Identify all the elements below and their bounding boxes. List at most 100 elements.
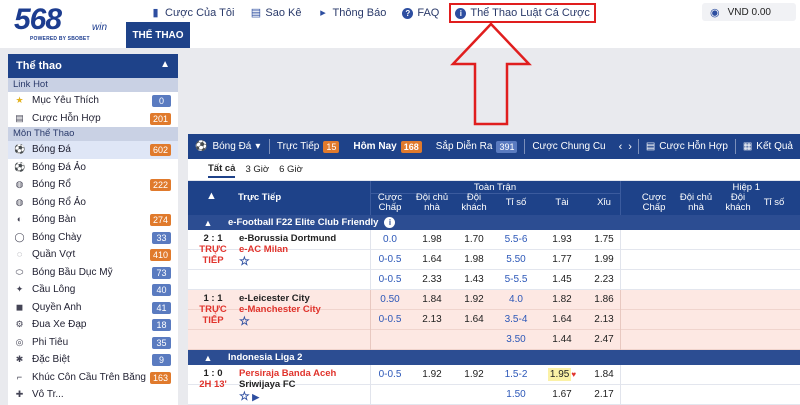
tab-sports[interactable]: THỂ THAO bbox=[126, 22, 190, 48]
sport-selector[interactable]: ⚽ Bóng Đá ▾ bbox=[188, 134, 269, 159]
odds-cell-hdp[interactable]: 0-0.5 bbox=[370, 310, 410, 330]
odds-cell-h[interactable]: 1.92 bbox=[412, 365, 452, 385]
odds-cell-u[interactable]: 2.17 bbox=[586, 385, 622, 405]
count-badge: 201 bbox=[149, 112, 171, 125]
sidebar-item[interactable]: ◐ Bóng Bàn 274 bbox=[8, 211, 178, 229]
odds-cell-o[interactable]: 1.77 bbox=[538, 250, 586, 270]
sidebar-item[interactable]: ✚ Vô Tr... bbox=[8, 386, 178, 404]
odds-cell-ou[interactable]: 5.50 bbox=[496, 250, 536, 270]
league-header[interactable]: ▲ Indonesia Liga 2 bbox=[188, 350, 800, 365]
tab-live[interactable]: Trực Tiếp 15 bbox=[270, 134, 346, 159]
sidebar-item[interactable]: ✦ Cầu Lông 40 bbox=[8, 281, 178, 299]
home-team[interactable]: e-Borussia Dortmund bbox=[239, 233, 336, 244]
odds-cell-hdp[interactable]: 0.0 bbox=[370, 230, 410, 250]
topnav-my-bets[interactable]: ▮ Cược Của Tôi bbox=[150, 7, 234, 19]
match-teams: Persiraja Banda Aceh Sriwijaya FC ☆ ▶ bbox=[239, 368, 336, 403]
sidebar-header[interactable]: Thể thao ▲ bbox=[8, 54, 178, 78]
odds-cell-ou[interactable]: 3.50 bbox=[496, 330, 536, 350]
chevron-left-icon[interactable]: ‹ bbox=[619, 141, 623, 153]
odds-cell-o[interactable]: 1.82 bbox=[538, 290, 586, 310]
sidebar-item[interactable]: ◍ Bóng Rổ 222 bbox=[8, 176, 178, 194]
sidebar-item[interactable]: ◌ Quần Vợt 410 bbox=[8, 246, 178, 264]
odds-cell-a[interactable]: 1.98 bbox=[454, 250, 494, 270]
sidebar-item[interactable]: ⌐ Khúc Côn Cầu Trên Băng 163 bbox=[8, 369, 178, 387]
odds-cell-h[interactable]: 2.13 bbox=[412, 310, 452, 330]
sidebar-item[interactable]: ★ Mục Yêu Thích 0 bbox=[8, 92, 178, 110]
odds-cell-h[interactable]: 1.64 bbox=[412, 250, 452, 270]
sidebar-item[interactable]: ◎ Phi Tiêu 35 bbox=[8, 334, 178, 352]
odds-cell-hdp[interactable]: 0-0.5 bbox=[370, 365, 410, 385]
topnav-faq[interactable]: ? FAQ bbox=[402, 7, 439, 19]
chevron-up-icon[interactable]: ▲ bbox=[188, 218, 228, 228]
filter-3h[interactable]: 3 Giờ bbox=[245, 162, 269, 177]
logo[interactable]: 568 win POWERED BY SBOBET bbox=[0, 0, 135, 48]
odds-cell-a[interactable]: 1.92 bbox=[454, 290, 494, 310]
away-team[interactable]: e-AC Milan bbox=[239, 244, 336, 255]
odds-cell-o[interactable]: 1.64 bbox=[538, 310, 586, 330]
balance-display[interactable]: ◉ VND 0.00 bbox=[702, 3, 796, 21]
home-team[interactable]: Persiraja Banda Aceh bbox=[239, 368, 336, 379]
sidebar-item[interactable]: ⚙ Đua Xe Đạp 18 bbox=[8, 316, 178, 334]
favorite-star-icon[interactable]: ☆ bbox=[239, 255, 336, 267]
odds-cell-ou[interactable]: 5.5-6 bbox=[496, 230, 536, 250]
chevron-up-icon[interactable]: ▲ bbox=[160, 59, 170, 70]
tab-today[interactable]: Hôm Nay 168 bbox=[346, 134, 428, 159]
odds-cell-a[interactable]: 1.43 bbox=[454, 270, 494, 290]
odds-cell-h[interactable]: 2.33 bbox=[412, 270, 452, 290]
odds-cell-ou[interactable]: 1.5-2 bbox=[496, 365, 536, 385]
odds-cell-o[interactable]: 1.45 bbox=[538, 270, 586, 290]
odds-cell-a[interactable]: 1.92 bbox=[454, 365, 494, 385]
odds-cell-o[interactable]: 1.44 bbox=[538, 330, 586, 350]
chevron-up-icon[interactable]: ▲ bbox=[188, 353, 228, 363]
odds-cell-h[interactable]: 1.98 bbox=[412, 230, 452, 250]
odds-cell-o[interactable]: 1.67 bbox=[538, 385, 586, 405]
home-team[interactable]: e-Leicester City bbox=[239, 293, 321, 304]
topnav-announcements[interactable]: ▸ Thông Báo bbox=[318, 7, 386, 19]
favorite-star-icon[interactable]: ☆ bbox=[239, 315, 321, 327]
odds-cell-ou[interactable]: 5-5.5 bbox=[496, 270, 536, 290]
filter-all[interactable]: Tất cả bbox=[208, 161, 236, 178]
tab-outright[interactable]: Cược Chung Cu bbox=[525, 134, 612, 159]
odds-cell-h[interactable]: 1.84 bbox=[412, 290, 452, 310]
eye-icon[interactable]: ◉ bbox=[710, 6, 720, 19]
odds-cell-u[interactable]: 1.84 bbox=[586, 365, 622, 385]
league-header[interactable]: ▲ e-Football F22 Elite Club Friendly i bbox=[188, 215, 800, 230]
stream-icon[interactable]: ▶ bbox=[250, 392, 259, 402]
odds-cell-ou[interactable]: 1.50 bbox=[496, 385, 536, 405]
sidebar-item[interactable]: ▤ Cược Hỗn Hợp 201 bbox=[8, 110, 178, 128]
tab-upcoming[interactable]: Sắp Diễn Ra 391 bbox=[429, 134, 525, 159]
sidebar-item[interactable]: ◼ Quyền Anh 41 bbox=[8, 299, 178, 317]
filter-6h[interactable]: 6 Giờ bbox=[279, 162, 303, 177]
sidebar-item[interactable]: ⚽ Bóng Đá 602 bbox=[8, 141, 178, 159]
sidebar-item[interactable]: ◍ Bóng Rổ Ảo bbox=[8, 194, 178, 212]
away-team[interactable]: e-Manchester City bbox=[239, 304, 321, 315]
away-team[interactable]: Sriwijaya FC bbox=[239, 379, 336, 390]
odds-cell-a[interactable]: 1.70 bbox=[454, 230, 494, 250]
favorite-star-icon[interactable]: ☆ ▶ bbox=[239, 390, 336, 403]
topnav-sports-rules[interactable]: i Thể Thao Luật Cá Cược bbox=[449, 3, 596, 23]
sidebar-item[interactable]: ⚽ Bóng Đá Ảo bbox=[8, 159, 178, 177]
parlay-button[interactable]: ▤ Cược Hỗn Hợp bbox=[639, 134, 735, 159]
odds-cell-hdp[interactable]: 0.50 bbox=[370, 290, 410, 310]
odds-cell-ou[interactable]: 3.5-4 bbox=[496, 310, 536, 330]
collapse-all-icon[interactable]: ▲ bbox=[206, 191, 217, 202]
odds-cell-ou[interactable]: 4.0 bbox=[496, 290, 536, 310]
info-icon[interactable]: i bbox=[384, 217, 396, 228]
odds-cell-u[interactable]: 2.47 bbox=[586, 330, 622, 350]
sidebar-item[interactable]: ✱ Đặc Biệt 9 bbox=[8, 351, 178, 369]
sidebar-item[interactable]: ⬭ Bóng Bầu Dục Mỹ 73 bbox=[8, 264, 178, 282]
odds-cell-u[interactable]: 1.75 bbox=[586, 230, 622, 250]
results-button[interactable]: ▦ Kết Quả bbox=[736, 134, 800, 159]
odds-cell-o[interactable]: 1.95 ♥ bbox=[538, 365, 586, 385]
topnav-statement[interactable]: ▤ Sao Kê bbox=[250, 7, 302, 19]
odds-cell-a[interactable]: 1.64 bbox=[454, 310, 494, 330]
odds-cell-hdp[interactable]: 0-0.5 bbox=[370, 250, 410, 270]
chevron-right-icon[interactable]: › bbox=[628, 141, 632, 153]
odds-cell-u[interactable]: 1.99 bbox=[586, 250, 622, 270]
odds-cell-hdp[interactable]: 0-0.5 bbox=[370, 270, 410, 290]
odds-cell-u[interactable]: 2.23 bbox=[586, 270, 622, 290]
sidebar-item[interactable]: ◯ Bóng Chày 33 bbox=[8, 229, 178, 247]
odds-cell-u[interactable]: 1.86 bbox=[586, 290, 622, 310]
odds-cell-u[interactable]: 2.13 bbox=[586, 310, 622, 330]
odds-cell-o[interactable]: 1.93 bbox=[538, 230, 586, 250]
